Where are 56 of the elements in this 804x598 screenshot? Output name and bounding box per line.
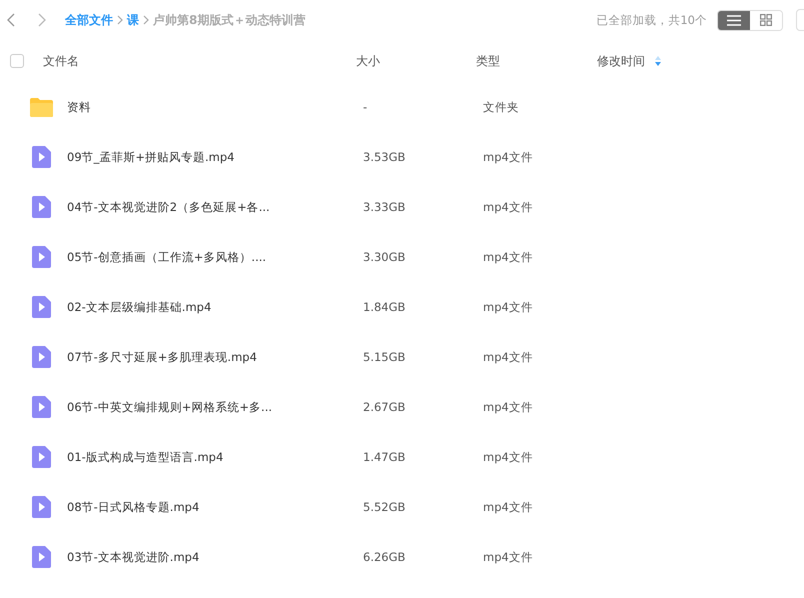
status-text: 已全部加载，共10个 xyxy=(596,12,707,28)
folder-icon xyxy=(29,96,54,118)
list-icon xyxy=(727,14,741,26)
file-name[interactable]: 07节-多尺寸延展+多肌理表现.mp4 xyxy=(67,350,257,364)
chevron-icon xyxy=(143,15,149,25)
file-name[interactable]: 01-版式构成与造型语言.mp4 xyxy=(67,450,224,464)
file-name[interactable]: 04节-文本视觉进阶2（多色延展+各... xyxy=(67,200,270,214)
column-header[interactable]: 修改时间 xyxy=(597,52,645,70)
file-name[interactable]: 资料 xyxy=(67,100,91,114)
video-file-icon xyxy=(32,346,51,368)
list-view-button[interactable] xyxy=(718,10,750,30)
file-size: - xyxy=(363,100,368,114)
video-file-icon xyxy=(32,446,51,468)
file-type: mp4文件 xyxy=(483,550,533,564)
file-type: mp4文件 xyxy=(483,200,533,214)
file-size: 3.53GB xyxy=(363,150,406,164)
column-header[interactable]: 大小 xyxy=(356,52,380,70)
file-name[interactable]: 03节-文本视觉进阶.mp4 xyxy=(67,550,200,564)
column-header[interactable]: 类型 xyxy=(476,52,500,70)
file-type: mp4文件 xyxy=(483,450,533,464)
file-size: 1.47GB xyxy=(363,450,406,464)
video-file-icon xyxy=(32,546,51,568)
video-file-icon xyxy=(32,196,51,218)
file-type: mp4文件 xyxy=(483,150,533,164)
file-type: 文件夹 xyxy=(483,100,519,114)
file-size: 5.15GB xyxy=(363,350,406,364)
file-size: 6.26GB xyxy=(363,550,406,564)
sort-icon[interactable] xyxy=(655,56,661,66)
grid-icon xyxy=(760,14,772,26)
video-file-icon xyxy=(32,296,51,318)
file-size: 3.30GB xyxy=(363,250,406,264)
column-header[interactable]: 文件名 xyxy=(43,52,79,70)
video-file-icon xyxy=(32,396,51,418)
select-all-checkbox[interactable] xyxy=(10,54,24,68)
view-toggle[interactable] xyxy=(717,10,783,30)
file-name[interactable]: 09节_孟菲斯+拼贴风专题.mp4 xyxy=(67,150,234,164)
file-name[interactable]: 02-文本层级编排基础.mp4 xyxy=(67,300,212,314)
file-size: 3.33GB xyxy=(363,200,406,214)
file-name[interactable]: 06节-中英文编排规则+网格系统+多... xyxy=(67,400,272,414)
forward-icon[interactable] xyxy=(37,13,47,27)
file-type: mp4文件 xyxy=(483,250,533,264)
video-file-icon xyxy=(32,496,51,518)
chevron-icon xyxy=(117,15,123,25)
video-file-icon xyxy=(32,246,51,268)
video-file-icon xyxy=(32,146,51,168)
file-size: 5.52GB xyxy=(363,500,406,514)
back-icon[interactable] xyxy=(6,13,16,27)
file-type: mp4文件 xyxy=(483,300,533,314)
file-size: 2.67GB xyxy=(363,400,406,414)
file-type: mp4文件 xyxy=(483,500,533,514)
breadcrumb-current: 卢帅第8期版式＋动态特训营 xyxy=(153,12,306,28)
file-size: 1.84GB xyxy=(363,300,406,314)
file-name[interactable]: 08节-日式风格专题.mp4 xyxy=(67,500,200,514)
file-type: mp4文件 xyxy=(483,350,533,364)
file-name[interactable]: 05节-创意插画（工作流+多风格）.... xyxy=(67,250,266,264)
file-type: mp4文件 xyxy=(483,400,533,414)
